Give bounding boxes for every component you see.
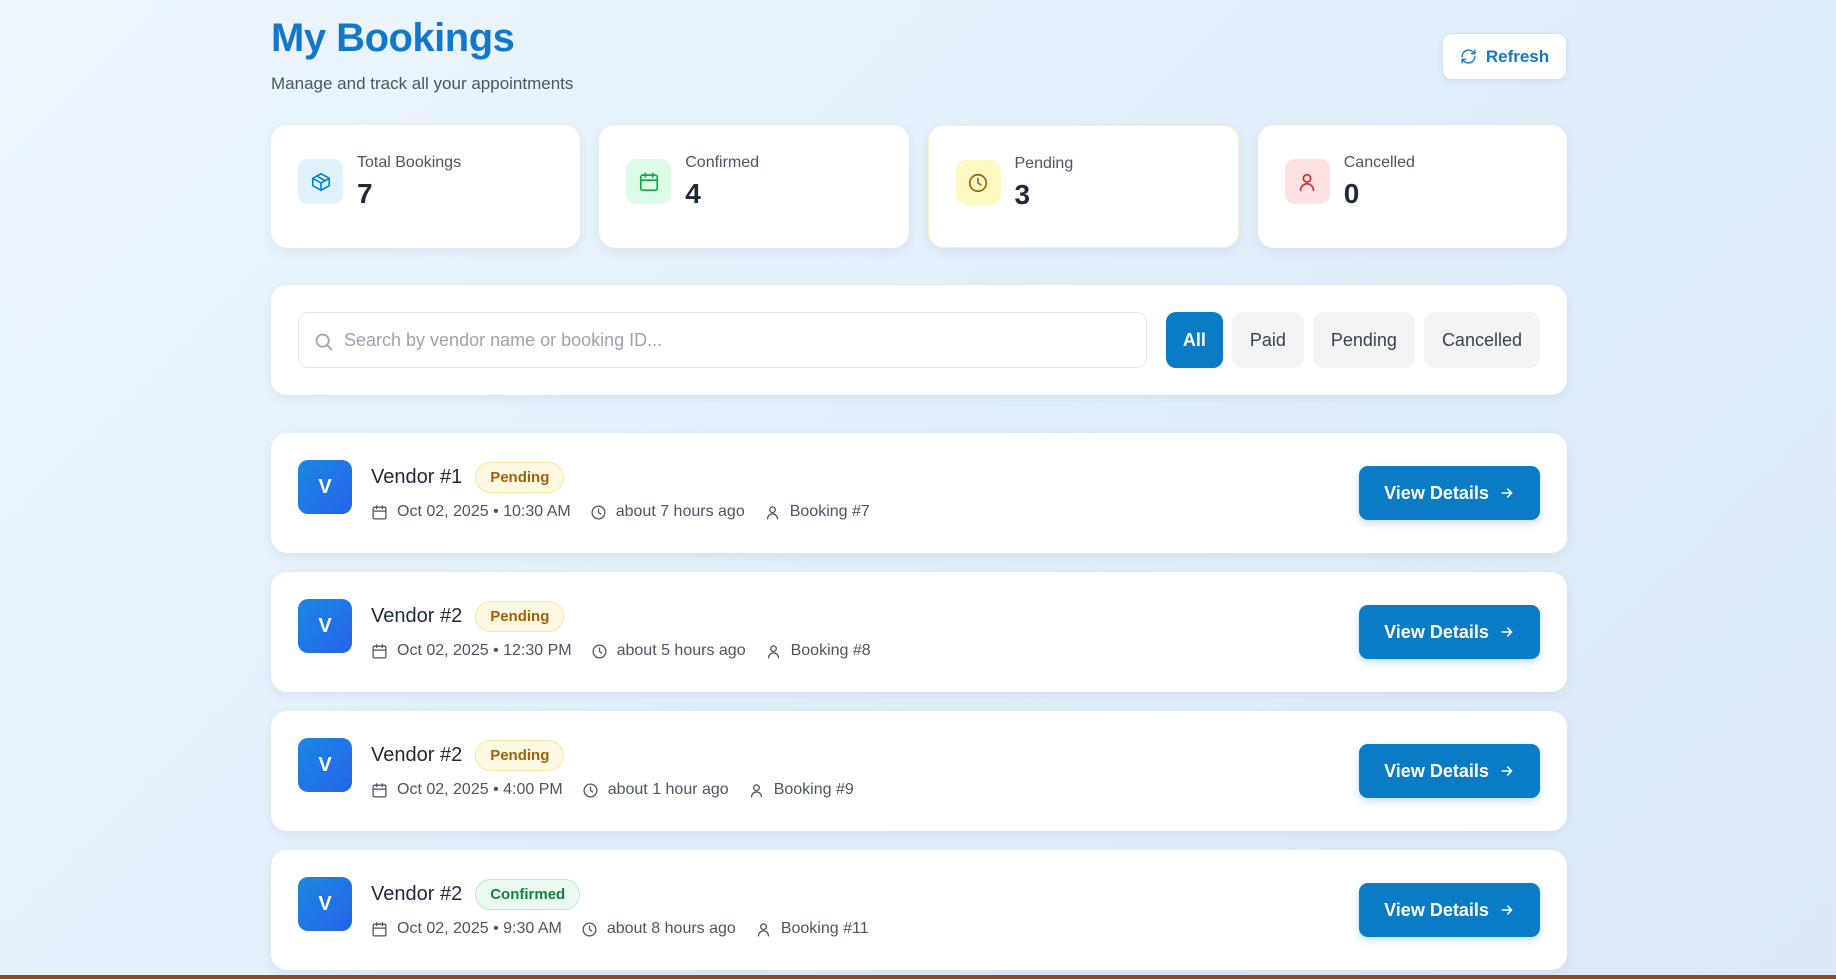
- booking-date: Oct 02, 2025 • 10:30 AM: [397, 503, 571, 520]
- box-icon: [298, 159, 343, 204]
- stat-label: Confirmed: [685, 154, 760, 171]
- stat-label: Total Bookings: [357, 154, 462, 171]
- user-icon: [1284, 159, 1330, 204]
- stat-value: 7: [357, 178, 373, 209]
- user-icon: [765, 643, 782, 660]
- calendar-icon: [371, 504, 388, 521]
- stat-value: 4: [685, 178, 701, 209]
- vendor-name: Vendor #2: [371, 882, 463, 905]
- view-details-label: View Details: [1384, 899, 1489, 920]
- stat-value: 3: [1014, 179, 1031, 210]
- page-header: My Bookings Manage and track all your ap…: [271, 0, 1567, 125]
- search-box: [298, 312, 1147, 368]
- view-details-button[interactable]: View Details: [1359, 883, 1540, 937]
- booking-card: V Vendor #1 Pending Oct 02, 2025 • 10:30…: [271, 433, 1567, 553]
- vendor-avatar: V: [298, 877, 352, 931]
- vendor-avatar: V: [298, 738, 352, 792]
- vendor-name: Vendor #2: [371, 743, 463, 766]
- arrow-right-icon: [1499, 902, 1515, 918]
- calendar-icon: [371, 643, 388, 660]
- stat-card-total: Total Bookings 7: [271, 125, 581, 248]
- booking-list: V Vendor #1 Pending Oct 02, 2025 • 10:30…: [271, 433, 1567, 979]
- filter-all-button[interactable]: All: [1165, 312, 1223, 368]
- filter-pending-button[interactable]: Pending: [1312, 312, 1415, 368]
- calendar-icon: [626, 159, 672, 204]
- user-icon: [755, 921, 772, 938]
- view-details-button[interactable]: View Details: [1359, 466, 1540, 520]
- page-title: My Bookings: [271, 16, 515, 60]
- stat-label: Pending: [1014, 155, 1074, 172]
- search-input[interactable]: [299, 313, 1146, 367]
- booking-relative-time: about 5 hours ago: [616, 642, 746, 659]
- calendar-icon: [371, 782, 388, 799]
- arrow-right-icon: [1499, 624, 1515, 640]
- booking-card: V Vendor #2 Pending Oct 02, 2025 • 4:00 …: [271, 711, 1567, 831]
- user-icon: [764, 504, 781, 521]
- booking-card: V Vendor #2 Confirmed Oct 02, 2025 • 9:3…: [271, 850, 1567, 970]
- stat-card-confirmed: Confirmed 4: [599, 125, 909, 248]
- filter-bar: All Paid Pending Cancelled: [271, 285, 1567, 395]
- stat-label: Cancelled: [1343, 154, 1415, 171]
- clock-icon: [581, 921, 598, 938]
- arrow-right-icon: [1499, 485, 1515, 501]
- clock-icon: [591, 643, 608, 660]
- status-badge: Pending: [475, 739, 565, 771]
- refresh-label: Refresh: [1485, 46, 1550, 66]
- booking-card: V Vendor #2 Pending Oct 02, 2025 • 12:30…: [271, 572, 1567, 692]
- clock-icon: [582, 782, 599, 799]
- arrow-right-icon: [1499, 763, 1515, 779]
- page-subtitle: Manage and track all your appointments: [271, 74, 574, 93]
- booking-relative-time: about 7 hours ago: [615, 503, 745, 520]
- booking-date: Oct 02, 2025 • 12:30 PM: [397, 642, 572, 659]
- vendor-avatar: V: [298, 599, 352, 653]
- booking-date: Oct 02, 2025 • 9:30 AM: [397, 920, 562, 937]
- user-icon: [748, 782, 765, 799]
- status-filters: All Paid Pending Cancelled: [1165, 312, 1540, 368]
- booking-date: Oct 02, 2025 • 4:00 PM: [397, 781, 563, 798]
- view-details-label: View Details: [1384, 760, 1489, 781]
- view-details-label: View Details: [1384, 482, 1489, 503]
- booking-relative-time: about 1 hour ago: [607, 781, 729, 798]
- booking-id: Booking #8: [790, 642, 871, 659]
- stat-value: 0: [1343, 178, 1360, 209]
- filter-cancelled-button[interactable]: Cancelled: [1423, 312, 1540, 368]
- clock-icon: [590, 504, 607, 521]
- status-badge: Pending: [475, 600, 565, 632]
- bookings-page: My Bookings Manage and track all your ap…: [271, 0, 1567, 970]
- vendor-name: Vendor #1: [371, 465, 463, 488]
- refresh-button[interactable]: Refresh: [1442, 33, 1567, 80]
- view-details-button[interactable]: View Details: [1359, 744, 1540, 798]
- booking-relative-time: about 8 hours ago: [606, 920, 736, 937]
- stats-row: Total Bookings 7 Confirmed 4 Pending 3 C…: [271, 125, 1567, 248]
- booking-id: Booking #9: [773, 781, 854, 798]
- vendor-avatar: V: [298, 460, 352, 514]
- filter-paid-button[interactable]: Paid: [1231, 312, 1304, 368]
- view-details-button[interactable]: View Details: [1359, 605, 1540, 659]
- window-bottom-border: [0, 975, 1836, 979]
- stat-card-cancelled: Cancelled 0: [1257, 125, 1567, 248]
- refresh-icon: [1460, 48, 1477, 65]
- stat-card-pending: Pending 3: [927, 125, 1239, 248]
- view-details-label: View Details: [1384, 621, 1489, 642]
- vendor-name: Vendor #2: [371, 604, 463, 627]
- status-badge: Pending: [475, 461, 565, 493]
- booking-id: Booking #7: [789, 503, 870, 520]
- status-badge: Confirmed: [475, 878, 581, 910]
- booking-id: Booking #11: [780, 920, 869, 937]
- clock-icon: [955, 160, 1001, 205]
- calendar-icon: [371, 921, 388, 938]
